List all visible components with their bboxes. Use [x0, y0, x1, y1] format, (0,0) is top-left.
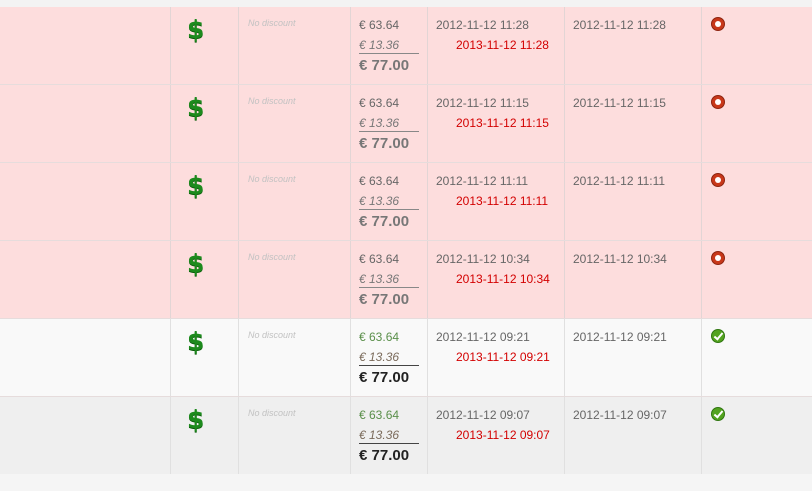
- dates-cell: 2012-11-12 09:07 2013-11-12 09:07: [427, 397, 564, 474]
- vat-amount: € 13.36: [359, 116, 400, 130]
- discount-cell: No discount: [238, 163, 350, 240]
- status-cell: [701, 85, 812, 162]
- created-date: 2012-11-12 11:28: [436, 18, 529, 32]
- dollar-icon: $: [187, 405, 205, 434]
- payment-method-cell: $: [170, 397, 238, 474]
- discount-label: No discount: [248, 96, 296, 106]
- created-date: 2012-11-12 09:07: [436, 408, 530, 422]
- paid-date-cell: 2012-11-12 10:34: [564, 241, 701, 318]
- paid-date: 2012-11-12 11:28: [573, 18, 666, 32]
- check-circle-icon[interactable]: [711, 329, 725, 343]
- total-amount: € 77.00: [359, 209, 419, 230]
- status-cell: [701, 241, 812, 318]
- record-circle-icon[interactable]: [711, 251, 725, 265]
- table-row[interactable]: $ No discount € 63.64 € 13.36 € 77.00 2012-11…: [0, 163, 812, 241]
- amount-cell: € 63.64 € 13.36 € 77.00: [350, 85, 427, 162]
- paid-date-cell: 2012-11-12 11:11: [564, 163, 701, 240]
- total-amount: € 77.00: [359, 131, 419, 152]
- amount-cell: € 63.64 € 13.36 € 77.00: [350, 163, 427, 240]
- vat-amount: € 13.36: [359, 428, 400, 442]
- payment-method-cell: $: [170, 7, 238, 84]
- dates-cell: 2012-11-12 11:11 2013-11-12 11:11: [427, 163, 564, 240]
- table-row[interactable]: $ No discount € 63.64 € 13.36 € 77.00 2012-11…: [0, 319, 812, 397]
- discount-label: No discount: [248, 18, 296, 28]
- discount-label: No discount: [248, 408, 296, 418]
- total-amount: € 77.00: [359, 53, 419, 74]
- discount-cell: No discount: [238, 397, 350, 474]
- dollar-icon: $: [187, 249, 205, 278]
- created-date: 2012-11-12 09:21: [436, 330, 530, 344]
- net-amount: € 63.64: [359, 330, 400, 344]
- table-row[interactable]: $ No discount € 63.64 € 13.36 € 77.00 2012-11…: [0, 397, 812, 475]
- dollar-icon: $: [187, 327, 205, 356]
- net-amount: € 63.64: [359, 408, 400, 422]
- payment-method-cell: $: [170, 319, 238, 396]
- discount-cell: No discount: [238, 319, 350, 396]
- vat-amount: € 13.36: [359, 194, 400, 208]
- due-date: 2013-11-12 11:15: [456, 116, 549, 130]
- paid-date: 2012-11-12 11:11: [573, 174, 666, 188]
- invoice-table: $ No discount € 63.64 € 13.36 € 77.00 2012-11…: [0, 7, 812, 475]
- record-circle-icon[interactable]: [711, 17, 725, 31]
- net-amount: € 63.64: [359, 96, 400, 110]
- created-date: 2012-11-12 11:15: [436, 96, 529, 110]
- amount-cell: € 63.64 € 13.36 € 77.00: [350, 397, 427, 474]
- dates-cell: 2012-11-12 09:21 2013-11-12 09:21: [427, 319, 564, 396]
- discount-label: No discount: [248, 252, 296, 262]
- discount-label: No discount: [248, 330, 296, 340]
- status-cell: [701, 7, 812, 84]
- amount-cell: € 63.64 € 13.36 € 77.00: [350, 7, 427, 84]
- dollar-icon: $: [187, 93, 205, 122]
- total-amount: € 77.00: [359, 443, 419, 464]
- table-row[interactable]: $ No discount € 63.64 € 13.36 € 77.00 2012-11…: [0, 85, 812, 163]
- payment-method-cell: $: [170, 163, 238, 240]
- paid-date-cell: 2012-11-12 09:21: [564, 319, 701, 396]
- due-date: 2013-11-12 11:28: [456, 38, 549, 52]
- dollar-icon: $: [187, 15, 205, 44]
- discount-cell: No discount: [238, 85, 350, 162]
- due-date: 2013-11-12 09:07: [456, 428, 550, 442]
- amount-cell: € 63.64 € 13.36 € 77.00: [350, 241, 427, 318]
- table-row[interactable]: $ No discount € 63.64 € 13.36 € 77.00 2012-11…: [0, 241, 812, 319]
- dates-cell: 2012-11-12 10:34 2013-11-12 10:34: [427, 241, 564, 318]
- paid-date-cell: 2012-11-12 09:07: [564, 397, 701, 474]
- paid-date: 2012-11-12 10:34: [573, 252, 667, 266]
- paid-date-cell: 2012-11-12 11:15: [564, 85, 701, 162]
- paid-date-cell: 2012-11-12 11:28: [564, 7, 701, 84]
- vat-amount: € 13.36: [359, 38, 400, 52]
- discount-cell: No discount: [238, 7, 350, 84]
- paid-date: 2012-11-12 11:15: [573, 96, 666, 110]
- payment-method-cell: $: [170, 241, 238, 318]
- total-amount: € 77.00: [359, 365, 419, 386]
- discount-label: No discount: [248, 174, 296, 184]
- net-amount: € 63.64: [359, 174, 400, 188]
- net-amount: € 63.64: [359, 252, 400, 266]
- dates-cell: 2012-11-12 11:15 2013-11-12 11:15: [427, 85, 564, 162]
- status-cell: [701, 163, 812, 240]
- record-circle-icon[interactable]: [711, 95, 725, 109]
- record-circle-icon[interactable]: [711, 173, 725, 187]
- table-row[interactable]: $ No discount € 63.64 € 13.36 € 77.00 2012-11…: [0, 7, 812, 85]
- discount-cell: No discount: [238, 241, 350, 318]
- net-amount: € 63.64: [359, 18, 400, 32]
- due-date: 2013-11-12 09:21: [456, 350, 550, 364]
- due-date: 2013-11-12 10:34: [456, 272, 550, 286]
- dates-cell: 2012-11-12 11:28 2013-11-12 11:28: [427, 7, 564, 84]
- check-circle-icon[interactable]: [711, 407, 725, 421]
- payment-method-cell: $: [170, 85, 238, 162]
- due-date: 2013-11-12 11:11: [456, 194, 549, 208]
- created-date: 2012-11-12 10:34: [436, 252, 530, 266]
- paid-date: 2012-11-12 09:21: [573, 330, 667, 344]
- total-amount: € 77.00: [359, 287, 419, 308]
- created-date: 2012-11-12 11:11: [436, 174, 529, 188]
- dollar-icon: $: [187, 171, 205, 200]
- status-cell: [701, 397, 812, 474]
- table-bottom-edge: [0, 474, 812, 491]
- amount-cell: € 63.64 € 13.36 € 77.00: [350, 319, 427, 396]
- vat-amount: € 13.36: [359, 272, 400, 286]
- status-cell: [701, 319, 812, 396]
- paid-date: 2012-11-12 09:07: [573, 408, 667, 422]
- vat-amount: € 13.36: [359, 350, 400, 364]
